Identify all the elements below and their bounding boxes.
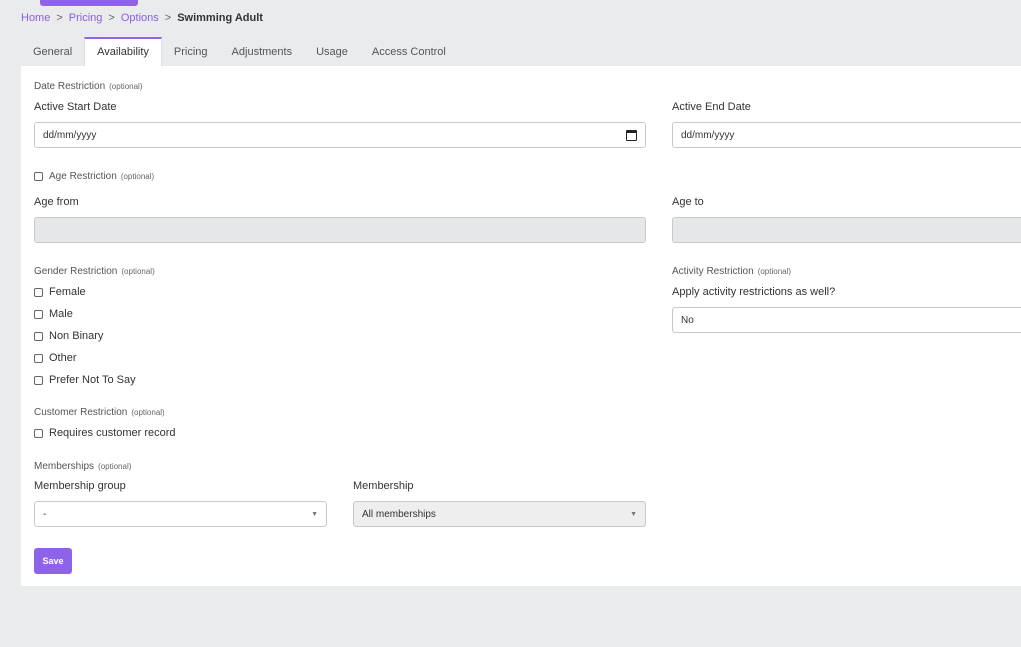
age-to-input[interactable] — [672, 217, 1021, 243]
age-restriction-toggle[interactable]: Age Restriction (optional) — [34, 171, 154, 182]
date-placeholder: dd/mm/yyyy — [681, 129, 735, 141]
tab-access-control[interactable]: Access Control — [360, 38, 458, 66]
active-start-date-label: Active Start Date — [34, 101, 117, 113]
active-start-date-input[interactable]: dd/mm/yyyy — [34, 122, 646, 148]
tab-availability[interactable]: Availability — [84, 37, 162, 66]
section-title-text: Age Restriction — [49, 171, 117, 182]
section-title-text: Activity Restriction — [672, 266, 754, 277]
select-value: All memberships — [362, 508, 436, 520]
top-accent-bar — [40, 0, 138, 6]
checkbox-label: Requires customer record — [49, 427, 176, 439]
breadcrumb-pricing[interactable]: Pricing — [69, 12, 103, 24]
checkbox[interactable] — [34, 287, 43, 297]
gender-option-prefer-not-to-say[interactable]: Prefer Not To Say — [34, 374, 136, 386]
tab-general[interactable]: General — [21, 38, 84, 66]
calendar-icon[interactable] — [626, 129, 637, 141]
customer-restriction-title: Customer Restriction (optional) — [34, 407, 165, 418]
checkbox[interactable] — [34, 428, 43, 438]
chevron-down-icon: ▼ — [630, 510, 637, 518]
active-end-date-input[interactable]: dd/mm/yyyy — [672, 122, 1021, 148]
chevron-down-icon: ▼ — [311, 510, 318, 518]
activity-restriction-select[interactable]: No — [672, 307, 1021, 333]
select-value: - — [43, 508, 47, 520]
save-button[interactable]: Save — [34, 548, 72, 574]
breadcrumb-separator: > — [108, 12, 115, 24]
breadcrumb-separator: > — [56, 12, 63, 24]
optional-hint: (optional) — [120, 172, 155, 181]
activity-restriction-title: Activity Restriction (optional) — [672, 266, 791, 277]
membership-label: Membership — [353, 480, 414, 492]
optional-hint: (optional) — [131, 408, 165, 417]
breadcrumb-current: Swimming Adult — [177, 12, 263, 24]
optional-hint: (optional) — [98, 462, 132, 471]
membership-select[interactable]: All memberships ▼ — [353, 501, 646, 527]
gender-restriction-title: Gender Restriction (optional) — [34, 266, 155, 277]
availability-panel: Date Restriction (optional) Active Start … — [21, 66, 1021, 586]
age-restriction-title: Age Restriction (optional) — [49, 171, 154, 182]
checkbox-label: Male — [49, 308, 73, 320]
checkbox-label: Non Binary — [49, 330, 104, 342]
breadcrumb-separator: > — [164, 12, 172, 24]
section-title-text: Customer Restriction — [34, 407, 128, 418]
gender-option-male[interactable]: Male — [34, 308, 73, 320]
age-from-input[interactable] — [34, 217, 646, 243]
age-from-label: Age from — [34, 196, 79, 208]
breadcrumb: Home > Pricing > Options > Swimming Adul… — [21, 12, 263, 24]
age-restriction-checkbox[interactable] — [34, 172, 43, 181]
breadcrumb-home[interactable]: Home — [21, 12, 50, 24]
checkbox-label: Prefer Not To Say — [49, 374, 136, 386]
optional-hint: (optional) — [109, 82, 143, 91]
date-restriction-title: Date Restriction (optional) — [34, 81, 143, 92]
activity-restriction-question: Apply activity restrictions as well? — [672, 286, 836, 298]
tab-usage[interactable]: Usage — [304, 38, 360, 66]
checkbox[interactable] — [34, 353, 43, 363]
optional-hint: (optional) — [121, 267, 155, 276]
gender-option-female[interactable]: Female — [34, 286, 86, 298]
section-title-text: Memberships — [34, 461, 95, 472]
membership-group-label: Membership group — [34, 480, 126, 492]
section-title-text: Date Restriction — [34, 81, 106, 92]
optional-hint: (optional) — [757, 267, 792, 276]
select-value: No — [681, 314, 694, 326]
checkbox[interactable] — [34, 309, 43, 319]
memberships-title: Memberships (optional) — [34, 461, 131, 472]
checkbox[interactable] — [34, 375, 43, 385]
gender-option-non-binary[interactable]: Non Binary — [34, 330, 103, 342]
age-to-label: Age to — [672, 196, 704, 208]
tab-pricing[interactable]: Pricing — [162, 38, 220, 66]
breadcrumb-options[interactable]: Options — [121, 12, 159, 24]
requires-customer-record[interactable]: Requires customer record — [34, 427, 176, 439]
gender-option-other[interactable]: Other — [34, 352, 77, 364]
active-end-date-label: Active End Date — [672, 101, 751, 113]
checkbox-label: Female — [49, 286, 86, 298]
tab-bar: General Availability Pricing Adjustments… — [21, 37, 458, 66]
checkbox[interactable] — [34, 331, 43, 341]
date-placeholder: dd/mm/yyyy — [43, 129, 97, 141]
tab-adjustments[interactable]: Adjustments — [220, 38, 305, 66]
checkbox-label: Other — [49, 352, 77, 364]
membership-group-select[interactable]: - ▼ — [34, 501, 327, 527]
section-title-text: Gender Restriction — [34, 266, 118, 277]
